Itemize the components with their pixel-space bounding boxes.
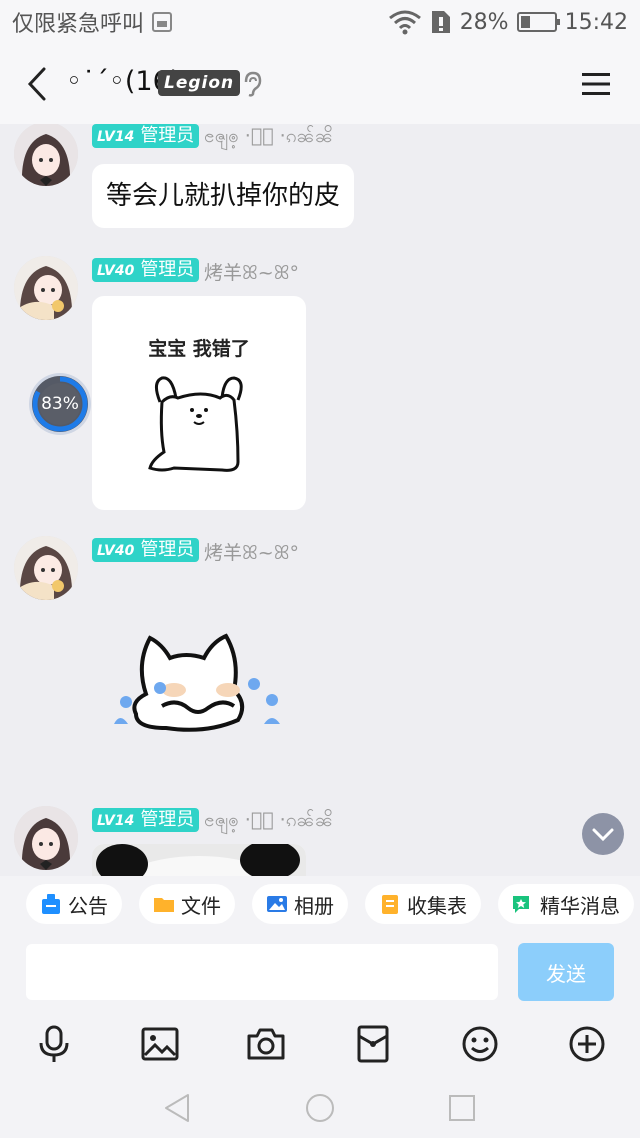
avatar[interactable] [14,256,78,320]
send-button[interactable]: 发送 [518,943,614,1001]
scroll-to-bottom-button[interactable] [580,812,626,858]
composer-toolbar [0,1012,640,1074]
system-nav-bar [0,1074,640,1138]
dog-sticker-image [148,376,243,472]
sender-nickname: 烤羊ꕤ~ꕤ° [204,542,300,564]
shortcut-announcement[interactable]: 公告 [26,884,122,924]
folder-icon [154,898,174,912]
progress-percent: 83% [41,394,79,414]
sender-nickname: ၔၛၜ့ ·့͙ ·ၵၼ်ၼိ [204,809,334,831]
image-notification-icon [152,12,173,32]
composer: 发送 [0,936,640,1012]
battery-percent: 28% [459,9,509,35]
avatar-girl-image [14,536,78,600]
sender-nickname: 烤羊ꕤ~ꕤ° [204,262,300,284]
avatar[interactable] [14,806,78,870]
shortcut-collection-form[interactable]: 收集表 [365,884,481,924]
avatar-girl-image [14,124,78,186]
menu-icon[interactable] [582,72,610,96]
upload-progress-indicator: 83% [28,372,92,436]
crying-cat-sticker[interactable] [106,624,296,744]
avatar[interactable] [14,124,78,186]
clock: 15:42 [564,9,628,35]
back-triangle-icon[interactable] [162,1092,194,1124]
avatar-girl-image [14,256,78,320]
admin-badge: LV14 管理员 [92,808,200,832]
message-bubble[interactable]: 等会儿就扒掉你的皮 [92,164,355,228]
image-message[interactable] [92,844,306,876]
sim-alert-icon [431,11,450,33]
avatar[interactable] [14,536,78,600]
image-icon[interactable] [140,1024,180,1064]
sender-nickname: ၔၛၜ့ ·့͙ ·ၵၼ်ၼိ [204,125,334,147]
chat-screen: 仅限紧急呼叫 28% 15:42 ◦˙ˊ◦(16) Legion LV14 管理… [0,0,640,1138]
sticker-message[interactable]: 宝宝 我错了 [92,296,306,510]
album-icon [267,896,287,912]
panda-sticker-image [92,844,306,876]
microphone-icon[interactable] [34,1024,74,1064]
avatar-girl-image [14,806,78,870]
wifi-icon [388,10,421,35]
chat-header: ◦˙ˊ◦(16) Legion [0,44,640,124]
shortcut-highlights[interactable]: 精华消息 [498,884,634,924]
message-list[interactable]: LV14 管理员 ၔၛၜ့ ·့͙ ·ၵၼ်ၼိ 等会儿就扒掉你的皮 LV40 管理… [0,124,640,876]
recents-square-icon[interactable] [446,1092,478,1124]
battery-icon [516,12,560,32]
status-bar: 仅限紧急呼叫 28% 15:42 [0,0,640,44]
camera-icon[interactable] [246,1024,286,1064]
emoji-icon[interactable] [460,1024,500,1064]
home-circle-icon[interactable] [304,1092,336,1124]
back-arrow-icon[interactable] [22,66,52,102]
admin-badge: LV40 管理员 [92,538,200,562]
ear-mode-icon[interactable] [240,70,264,98]
admin-badge: LV40 管理员 [92,258,200,282]
plus-icon[interactable] [567,1024,607,1064]
group-shortcuts: 公告 文件 相册 收集表 精华消息 [0,876,640,936]
carrier-text: 仅限紧急呼叫 [12,12,145,37]
shortcut-files[interactable]: 文件 [139,884,235,924]
highlight-icon [513,896,529,913]
admin-badge: LV14 管理员 [92,124,200,148]
sticker-caption: 宝宝 我错了 [148,338,250,360]
form-icon [382,895,398,914]
announcement-icon [42,894,60,914]
red-packet-icon[interactable] [353,1024,393,1064]
shortcut-album[interactable]: 相册 [252,884,348,924]
message-input[interactable] [26,944,498,1000]
group-badge: Legion [158,70,241,96]
